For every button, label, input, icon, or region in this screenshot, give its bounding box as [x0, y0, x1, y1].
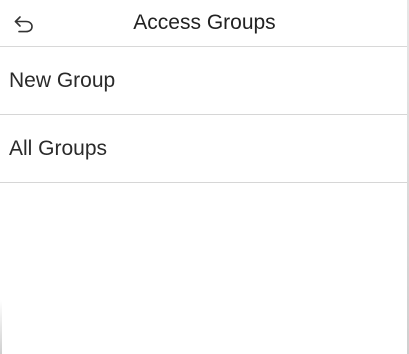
menu-item-label: All Groups: [9, 137, 108, 160]
page-title: Access Groups: [133, 11, 276, 34]
back-arrow-icon: [13, 14, 35, 34]
menu-item-new-group[interactable]: New Group: [0, 47, 409, 115]
header-bar: Access Groups: [0, 0, 409, 47]
back-button[interactable]: [4, 5, 44, 43]
menu-item-all-groups[interactable]: All Groups: [0, 115, 409, 183]
empty-content-area: [0, 183, 409, 354]
menu-item-label: New Group: [9, 69, 116, 92]
access-groups-screen: Access Groups New Group All Groups: [0, 0, 409, 354]
